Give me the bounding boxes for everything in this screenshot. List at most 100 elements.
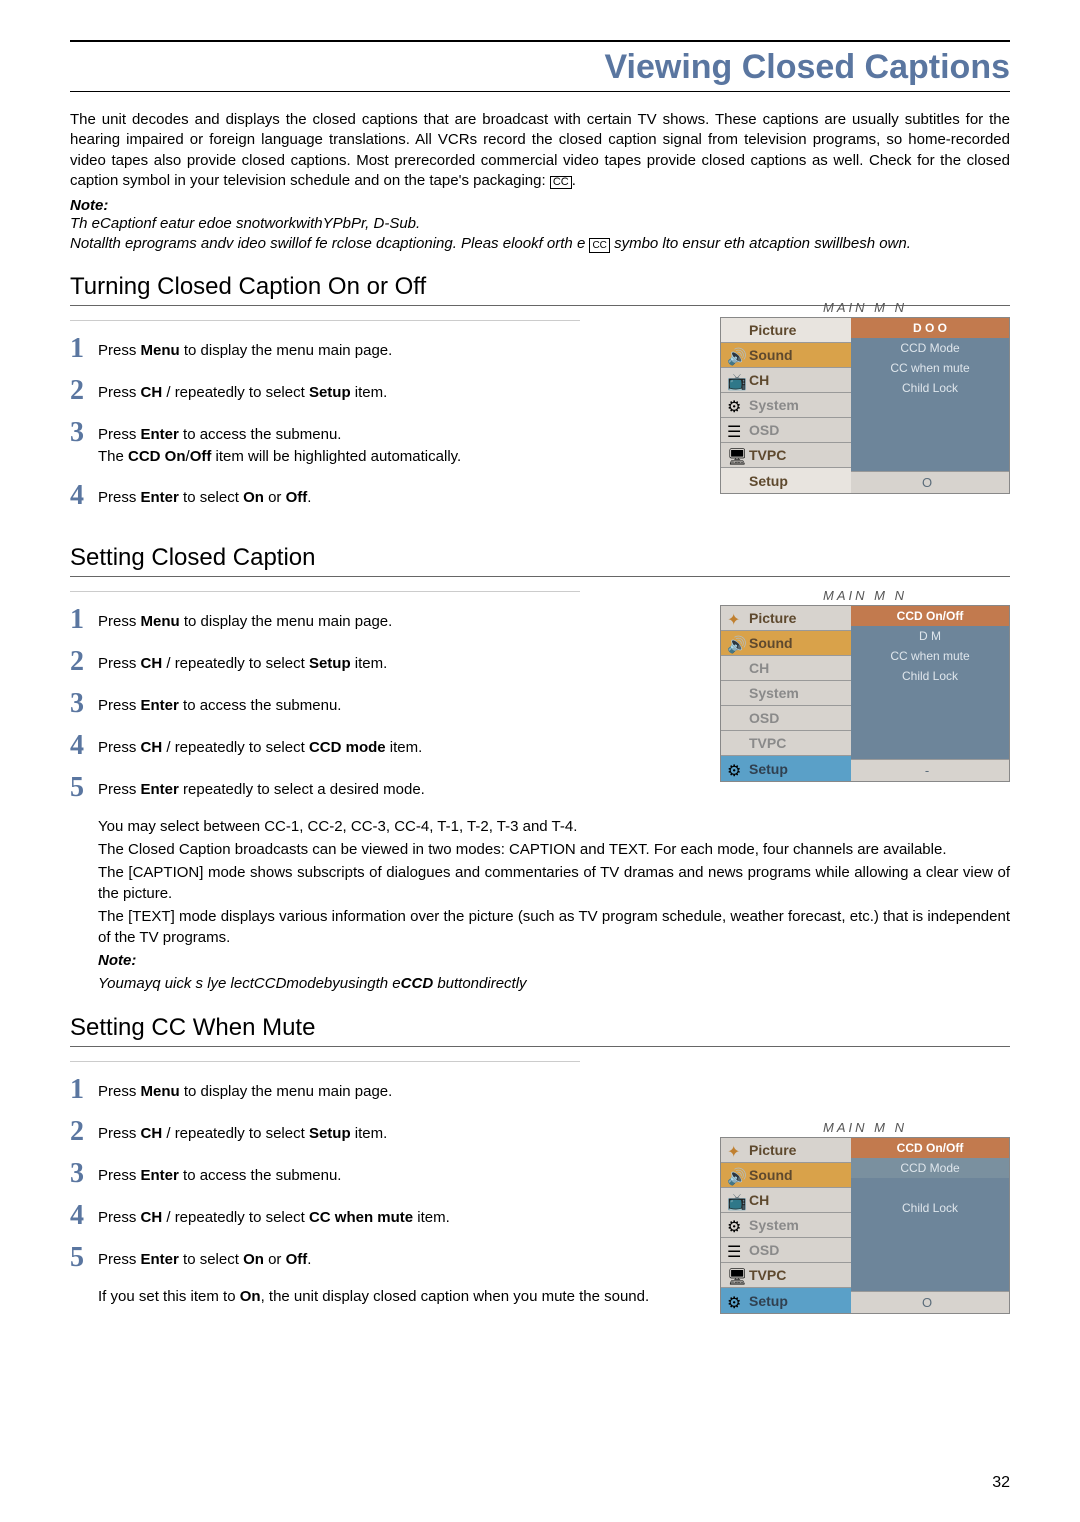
step-num: 3	[70, 1160, 98, 1188]
cont-l1: You may select between CC-1, CC-2, CC-3,…	[98, 816, 1010, 837]
menu-title: MAIN M N	[720, 1120, 1010, 1135]
menu-label: OSD	[749, 710, 779, 726]
menu-title: MAIN M N	[720, 588, 1010, 603]
step-num: 4	[70, 1202, 98, 1230]
menu-label: Setup	[749, 761, 788, 777]
menu-item-sound: 🔊Sound	[721, 631, 851, 656]
menu-item-system: ⚙System	[721, 1213, 851, 1238]
cont-l2: The Closed Caption broadcasts can be vie…	[98, 839, 1010, 860]
submenu-child-lock: Child Lock	[851, 666, 1009, 686]
cont-note-label: Note:	[98, 952, 136, 969]
menu-item-sound: 🔊Sound	[721, 343, 851, 368]
submenu-cc-when-mute: CC when mute	[851, 358, 1009, 378]
note-line-2: Notallth eprograms andv ideo swillof fe …	[70, 234, 1010, 254]
menu-item-system: System	[721, 681, 851, 706]
section-3-title: Setting CC When Mute	[70, 1014, 1010, 1047]
menu-item-picture: Picture	[721, 318, 851, 343]
note-2b: symbo lto ensur eth atcaption swillbesh …	[614, 235, 911, 252]
menu-item-system: ⚙System	[721, 393, 851, 418]
step-1: 1Press Menu to display the menu main pag…	[70, 1076, 1010, 1104]
submenu-ccd-mode: CCD Mode	[851, 338, 1009, 358]
cont-note: Youmayq uick s lye lectCCDmodebyusingth …	[98, 975, 527, 992]
gear-icon	[727, 685, 745, 701]
step-num: 3	[70, 690, 98, 718]
menu-item-tvpc: 🖥TVPC	[721, 443, 851, 468]
submenu-child-lock: Child Lock	[851, 378, 1009, 398]
submenu-ccd-onoff: CCD On/Off	[851, 606, 1009, 626]
menu-item-tvpc: TVPC	[721, 731, 851, 756]
menu-footer: O	[851, 471, 1009, 493]
tv-icon: 📺	[727, 372, 745, 388]
osd-menu-2: MAIN M N ✦Picture 🔊Sound CH System OSD T…	[720, 588, 1010, 782]
menu-label: TVPC	[749, 735, 786, 751]
menu-right: D O O CCD Mode CC when mute Child Lock O	[851, 318, 1009, 493]
spacer	[851, 398, 1009, 471]
menu-item-osd: ☰OSD	[721, 418, 851, 443]
intro-text: The unit decodes and displays the closed…	[70, 111, 1010, 189]
menu-label: System	[749, 1217, 799, 1233]
menu-label: System	[749, 685, 799, 701]
title-bar: Viewing Closed Captions	[70, 40, 1010, 92]
menu-label: Picture	[749, 322, 796, 338]
menu-label: CH	[749, 660, 769, 676]
menu-item-picture: ✦Picture	[721, 606, 851, 631]
submenu-ccd-onoff: CCD On/Off	[851, 1138, 1009, 1158]
menu-footer: O	[851, 1291, 1009, 1313]
osd-menu-3: MAIN M N ✦Picture 🔊Sound 📺CH ⚙System ☰OS…	[720, 1120, 1010, 1314]
osd-menu-1: MAIN M N Picture 🔊Sound 📺CH ⚙System ☰OSD…	[720, 300, 1010, 494]
intro-paragraph: The unit decodes and displays the closed…	[70, 110, 1010, 191]
submenu-ccd-onoff: D O O	[851, 318, 1009, 338]
submenu-cc-when-mute: CC when mute	[851, 646, 1009, 666]
cont-l4: The [TEXT] mode displays various informa…	[98, 906, 1010, 948]
setup-icon: ⚙	[727, 1293, 745, 1309]
step-num: 1	[70, 335, 98, 363]
step-num: 1	[70, 606, 98, 634]
menu-item-picture: ✦Picture	[721, 1138, 851, 1163]
menu-label: CH	[749, 1192, 769, 1208]
step-text: Press Menu to display the menu main page…	[98, 1076, 1010, 1103]
menu-left: ✦Picture 🔊Sound CH System OSD TVPC ⚙Setu…	[721, 606, 851, 781]
menu-label: OSD	[749, 1242, 779, 1258]
list-icon: ☰	[727, 1242, 745, 1258]
step-num: 4	[70, 732, 98, 760]
menu-item-ch: 📺CH	[721, 1188, 851, 1213]
step-num: 5	[70, 774, 98, 802]
menu-left: ✦Picture 🔊Sound 📺CH ⚙System ☰OSD 🖥TVPC ⚙…	[721, 1138, 851, 1313]
step-num: 4	[70, 482, 98, 510]
picture-icon: ✦	[727, 610, 745, 626]
submenu-blank	[851, 1178, 1009, 1198]
note-2a: Notallth eprograms andv ideo swillof fe …	[70, 235, 585, 252]
submenu-ccd-mode: D M	[851, 626, 1009, 646]
step-num: 2	[70, 648, 98, 676]
menu-label: OSD	[749, 422, 779, 438]
menu-label: System	[749, 397, 799, 413]
note-label: Note:	[70, 197, 1010, 214]
list-icon	[727, 710, 745, 726]
menu-item-setup: Setup	[721, 468, 851, 493]
menu-item-osd: ☰OSD	[721, 1238, 851, 1263]
gear-icon: ⚙	[727, 397, 745, 413]
menu-label: Picture	[749, 1142, 796, 1158]
menu-footer: -	[851, 759, 1009, 781]
menu-right: CCD On/Off CCD Mode Child Lock O	[851, 1138, 1009, 1313]
step-num: 3	[70, 419, 98, 447]
menu-item-ch: CH	[721, 656, 851, 681]
menu-label: Sound	[749, 347, 793, 363]
tv-icon	[727, 660, 745, 676]
list-icon: ☰	[727, 422, 745, 438]
menu-left: Picture 🔊Sound 📺CH ⚙System ☰OSD 🖥TVPC Se…	[721, 318, 851, 493]
sound-icon: 🔊	[727, 1167, 745, 1183]
menu-label: TVPC	[749, 1267, 786, 1283]
menu-label: Setup	[749, 1293, 788, 1309]
monitor-icon: 🖥	[727, 1267, 745, 1283]
menu-item-osd: OSD	[721, 706, 851, 731]
spacer	[851, 686, 1009, 759]
page-number: 32	[992, 1474, 1010, 1492]
page-title: Viewing Closed Captions	[70, 48, 1010, 87]
monitor-icon: 🖥	[727, 447, 745, 463]
menu-label: Sound	[749, 1167, 793, 1183]
menu-label: Picture	[749, 610, 796, 626]
setup-icon	[727, 473, 745, 489]
note-line-1: Th eCaptionf eatur edoe snotworkwithYPbP…	[70, 214, 1010, 234]
gear-icon: ⚙	[727, 1217, 745, 1233]
